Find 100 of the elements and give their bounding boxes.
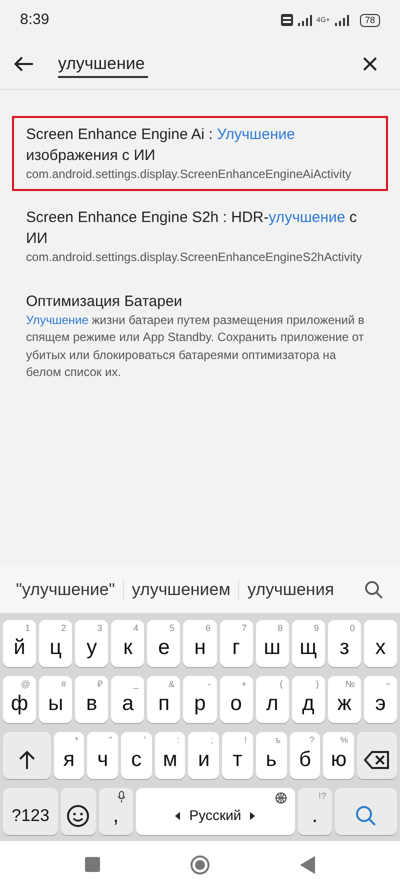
search-icon <box>364 580 384 600</box>
key-hint: & <box>168 678 174 691</box>
result-title: Screen Enhance Engine Ai : Улучшение изображения с ИИ <box>26 125 296 166</box>
key-hint: № <box>345 678 355 691</box>
key[interactable]: 2 ц <box>39 620 72 667</box>
key[interactable]: 5 е <box>147 620 180 667</box>
left-arrow-icon <box>175 812 182 820</box>
key[interactable]: 0 з <box>328 620 361 667</box>
comma-key[interactable]: , <box>98 788 134 835</box>
key[interactable]: - р <box>183 676 217 723</box>
action-key[interactable] <box>334 788 397 835</box>
key[interactable]: ₽ в <box>75 676 108 723</box>
battery-level: 78 <box>360 14 380 26</box>
emoji-key[interactable] <box>61 788 96 835</box>
suggestion[interactable]: "улучшение" <box>8 577 123 603</box>
period-key[interactable]: !? . <box>298 788 332 835</box>
key[interactable]: 7 г <box>220 620 253 667</box>
key-hint: ъ <box>275 734 281 747</box>
clock-time: 8:39 <box>20 10 50 30</box>
key[interactable]: 3 у <box>75 620 108 667</box>
key[interactable]: ( л <box>256 676 289 723</box>
home-button[interactable] <box>190 853 210 877</box>
space-key[interactable]: Русский <box>136 788 295 835</box>
signal-icon <box>296 14 313 26</box>
key[interactable]: % ю <box>323 732 354 779</box>
key[interactable]: : м <box>154 732 186 779</box>
shift-icon <box>18 750 36 770</box>
key-hint: ; <box>210 734 214 747</box>
globe-icon <box>274 792 287 804</box>
key[interactable]: * я <box>54 732 84 779</box>
key-hint: % <box>340 734 348 747</box>
key[interactable]: _ а <box>111 676 144 723</box>
key[interactable]: № ж <box>328 676 361 723</box>
key-hint: 4 <box>133 622 138 635</box>
key-hint: ( <box>280 678 283 691</box>
key[interactable]: х <box>364 620 398 667</box>
key[interactable]: ~ э <box>364 676 398 723</box>
backspace-icon <box>364 750 390 768</box>
key[interactable]: 4 к <box>111 620 144 667</box>
key-hint: 7 <box>242 622 247 635</box>
key[interactable]: ! т <box>222 732 253 779</box>
shift-key[interactable] <box>3 732 51 779</box>
search-field[interactable]: улучшение <box>58 50 148 78</box>
result-title: Screen Enhance Engine S2h : HDR-улучшение с ИИ <box>26 208 358 250</box>
key-hint: 0 <box>350 622 355 635</box>
close-icon <box>362 56 378 72</box>
key[interactable]: ъ ь <box>256 732 287 779</box>
key-hint: ~ <box>386 678 392 691</box>
symbols-key[interactable]: ?123 <box>3 788 58 835</box>
key-hint: 6 <box>206 622 211 635</box>
key-hint: !? <box>318 790 326 803</box>
key-hint: : <box>176 734 180 747</box>
key-hint: ' <box>144 734 146 747</box>
key[interactable]: 6 н <box>183 620 217 667</box>
key-hint: 9 <box>314 622 319 635</box>
key-hint: @ <box>20 678 30 691</box>
key[interactable]: # ы <box>39 676 72 723</box>
key[interactable]: " ч <box>87 732 118 779</box>
result-title: Оптимизация Батареи <box>26 292 184 312</box>
key-hint: ! <box>244 734 247 747</box>
signal-icon <box>334 14 350 26</box>
key[interactable]: ? б <box>290 732 320 779</box>
key[interactable]: 9 щ <box>292 620 325 667</box>
key-hint: 1 <box>25 622 30 635</box>
right-arrow-icon <box>249 812 256 820</box>
search-icon <box>354 804 377 826</box>
key-hint: 2 <box>61 622 66 635</box>
key-hint: ? <box>309 734 314 747</box>
back-arrow-icon <box>14 56 34 72</box>
key-hint: # <box>61 678 66 691</box>
key[interactable]: ' с <box>121 732 152 779</box>
key-hint: 5 <box>169 622 174 635</box>
key[interactable]: ) д <box>292 676 325 723</box>
circle-icon <box>190 854 210 875</box>
key-hint: * <box>74 734 78 747</box>
key-hint: 8 <box>278 622 283 635</box>
search-result[interactable]: Screen Enhance Engine S2h : HDR-улучшение с ИИ com.android.settings.display.ScreenEnhanceEngineS2hActivity <box>12 199 388 275</box>
key-hint: " <box>108 734 112 747</box>
result-description: com.android.settings.display.ScreenEnhanceEngineS2hActivity <box>26 249 363 266</box>
triangle-icon <box>300 856 315 874</box>
result-description: Улучшение жизни батареи путем размещения приложений в спящем режиме или App Standby. Сохранить приложение от убитых или блокироваться батареями оптимизатора на белом список их. <box>26 312 366 381</box>
backspace-key[interactable] <box>357 732 398 779</box>
microphone-icon <box>117 791 126 803</box>
search-result[interactable]: Оптимизация Батареи Улучшение жизни батареи путем размещения приложений в спящем режиме или App Standby. Сохранить приложение от убитых или блокироваться батареями оптимизатора на белом список их. <box>12 282 388 390</box>
key-hint: + <box>241 678 247 691</box>
emoji-icon <box>66 804 90 828</box>
suggestion[interactable]: улучшением <box>124 577 238 603</box>
suggestion[interactable]: улучшения <box>239 577 342 603</box>
key-hint: 3 <box>97 622 102 635</box>
key[interactable]: + о <box>220 676 253 723</box>
search-result[interactable]: Screen Enhance Engine Ai : Улучшение изображения с ИИ com.android.settings.display.ScreenEnhanceEngineAiActivity <box>12 116 388 192</box>
key[interactable]: ; и <box>188 732 220 779</box>
key[interactable]: & п <box>147 676 180 723</box>
key-hint: - <box>208 678 211 691</box>
key[interactable]: @ ф <box>3 676 36 723</box>
key[interactable]: 8 ш <box>256 620 289 667</box>
square-icon <box>85 857 100 872</box>
key-hint: _ <box>133 678 138 691</box>
key[interactable]: 1 й <box>3 620 36 667</box>
key-hint: ) <box>316 678 319 691</box>
